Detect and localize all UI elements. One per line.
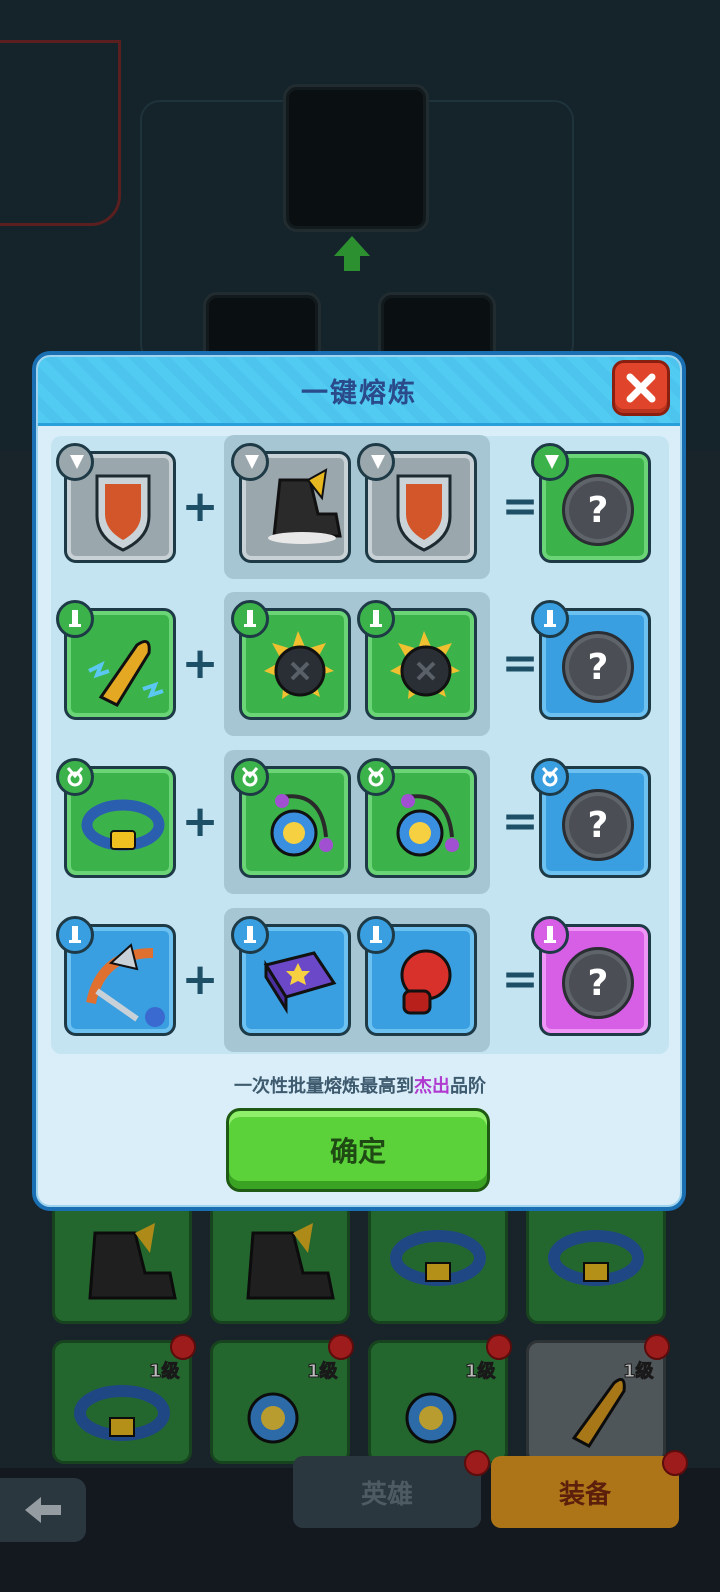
weapon-icon [544,926,556,943]
unknown-result-icon: ? [562,474,634,546]
close-button[interactable] [612,360,670,416]
plus-operator: + [181,481,219,532]
weapon-icon [370,926,382,943]
close-icon [626,373,656,403]
armor-icon [70,455,84,469]
armor-icon [245,455,259,469]
necklace-slot-icon [56,758,94,796]
equals-operator: = [501,796,539,847]
necklace-icon [541,767,559,787]
necklace-icon [367,767,385,787]
necklace-icon [66,767,84,787]
weapon-icon [244,926,256,943]
dialog-title: 一键熔炼 [301,378,417,409]
weapon-slot-icon [531,600,569,638]
weapon-icon [244,610,256,627]
equals-operator: = [501,638,539,689]
plus-operator: + [181,638,219,689]
armor-slot-icon [531,443,569,481]
hint-prefix: 一次性批量熔炼最高到 [234,1076,414,1097]
weapon-icon [69,610,81,627]
confirm-button[interactable]: 确定 [226,1108,490,1192]
weapon-icon [544,610,556,627]
necklace-slot-icon [357,758,395,796]
weapon-slot-icon [231,600,269,638]
hint-suffix: 品阶 [450,1076,486,1097]
weapon-slot-icon [357,916,395,954]
equals-operator: = [501,481,539,532]
weapon-slot-icon [231,916,269,954]
dialog-header: 一键熔炼 [38,357,680,426]
weapon-icon [370,610,382,627]
weapon-slot-icon [357,600,395,638]
equals-operator: = [501,954,539,1005]
plus-operator: + [181,954,219,1005]
weapon-icon [69,926,81,943]
smelt-hint: 一次性批量熔炼最高到杰出品阶 [0,1072,720,1098]
hint-highlight: 杰出 [414,1076,450,1097]
unknown-result-icon: ? [562,947,634,1019]
plus-operator: + [181,796,219,847]
armor-slot-icon [56,443,94,481]
armor-slot-icon [357,443,395,481]
armor-icon [371,455,385,469]
weapon-slot-icon [56,600,94,638]
weapon-slot-icon [56,916,94,954]
unknown-result-icon: ? [562,789,634,861]
necklace-slot-icon [231,758,269,796]
armor-icon [545,455,559,469]
armor-slot-icon [231,443,269,481]
unknown-result-icon: ? [562,631,634,703]
necklace-slot-icon [531,758,569,796]
weapon-slot-icon [531,916,569,954]
necklace-icon [241,767,259,787]
